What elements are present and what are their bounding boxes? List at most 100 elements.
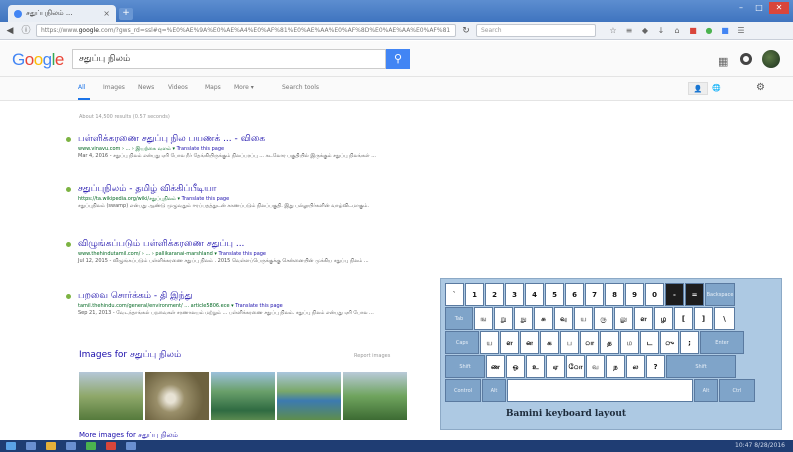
enter-key[interactable]: Enter	[700, 331, 744, 354]
keyboard-key[interactable]: சு	[534, 307, 553, 330]
search-button[interactable]: ⚲	[386, 49, 410, 69]
keyboard-key[interactable]: 9	[625, 283, 644, 306]
keyboard-key[interactable]: 7	[585, 283, 604, 306]
star-icon[interactable]: ☆	[608, 26, 618, 36]
maximize-button[interactable]: □	[751, 2, 767, 14]
control-key[interactable]: Control	[445, 379, 481, 402]
keyboard-key[interactable]: ஏ	[546, 355, 565, 378]
keyboard-key[interactable]: நு	[514, 307, 533, 330]
keyboard-key[interactable]: ட	[640, 331, 659, 354]
keyboard-key[interactable]: ள	[500, 331, 519, 354]
keyboard-key[interactable]: 1	[465, 283, 484, 306]
keyboard-key[interactable]: ;	[680, 331, 699, 354]
right-alt-key[interactable]: Alt	[694, 379, 718, 402]
info-icon[interactable]: ⓘ	[20, 25, 32, 37]
tab-images[interactable]: Images	[103, 84, 125, 91]
space-key[interactable]	[507, 379, 693, 402]
more-images-link[interactable]: More images for சதுப்பு நிலம்	[79, 431, 178, 440]
taskbar-app-icon[interactable]	[86, 442, 96, 450]
keyboard-key[interactable]: ங	[474, 307, 493, 330]
new-tab-button[interactable]: +	[119, 8, 133, 20]
image-thumbnail[interactable]	[343, 372, 407, 420]
images-section-title[interactable]: Images for சதுப்பு நிலம்	[79, 350, 181, 361]
keyboard-key[interactable]: [	[674, 307, 693, 330]
file-explorer-icon[interactable]	[46, 442, 56, 450]
keyboard-key[interactable]: 0	[645, 283, 664, 306]
translate-link[interactable]: Translate this page	[219, 251, 267, 257]
keyboard-key[interactable]: த	[600, 331, 619, 354]
keyboard-key[interactable]: உ	[526, 355, 545, 378]
result-title-link[interactable]: விழுங்கப்படும் பள்ளிக்கரணை சதுப்பு ...	[78, 239, 244, 250]
keyboard-key[interactable]: லு	[614, 307, 633, 330]
keyboard-key[interactable]: 8	[605, 283, 624, 306]
addon-red-icon[interactable]: ■	[688, 26, 698, 36]
reading-list-icon[interactable]: ≡	[624, 26, 634, 36]
result-url-text[interactable]: tamil.thehindu.com/general/environment/ …	[78, 303, 230, 309]
tab-maps[interactable]: Maps	[205, 84, 221, 91]
tab-search-tools[interactable]: Search tools	[282, 84, 319, 91]
keyboard-key[interactable]: 2	[485, 283, 504, 306]
keyboard-key[interactable]: 4	[525, 283, 544, 306]
right-shift-key[interactable]: Shift	[666, 355, 736, 378]
keyboard-key[interactable]: ஒ	[506, 355, 525, 378]
keyboard-key[interactable]: ]	[694, 307, 713, 330]
right-ctrl-key[interactable]: Ctrl	[719, 379, 755, 402]
keyboard-key[interactable]: ரு	[594, 307, 613, 330]
tab-all[interactable]: All	[78, 84, 85, 91]
keyboard-key[interactable]: ா	[580, 331, 599, 354]
reload-icon[interactable]: ↻	[460, 25, 472, 37]
image-thumbnail[interactable]	[277, 372, 341, 420]
left-alt-key[interactable]: Alt	[482, 379, 506, 402]
account-avatar[interactable]	[762, 50, 780, 68]
tab-videos[interactable]: Videos	[168, 84, 188, 91]
keyboard-key[interactable]: ப	[560, 331, 579, 354]
keyboard-key[interactable]: ?	[646, 355, 665, 378]
translate-link[interactable]: Translate this page	[235, 303, 283, 309]
tab-close-icon[interactable]: ×	[103, 9, 110, 18]
result-title-link[interactable]: பறவை சொர்க்கம் - தி இந்து	[78, 291, 193, 302]
keyboard-key[interactable]: =	[685, 283, 704, 306]
keyboard-key[interactable]: ண	[486, 355, 505, 378]
keyboard-key[interactable]: ழ	[654, 307, 673, 330]
taskbar-app-icon[interactable]	[26, 442, 36, 450]
keyboard-key[interactable]: ம	[620, 331, 639, 354]
back-arrow-icon[interactable]: ◀	[4, 25, 16, 37]
keyboard-key[interactable]: வு	[554, 307, 573, 330]
caps-lock-key[interactable]: Caps	[445, 331, 479, 354]
notifications-icon[interactable]	[740, 53, 752, 65]
tab-news[interactable]: News	[138, 84, 154, 91]
image-thumbnail[interactable]	[211, 372, 275, 420]
translate-link[interactable]: Translate this page	[177, 146, 225, 152]
result-title-link[interactable]: பள்ளிக்கரணை சதுப்பு நில பயணக் ... - விகை	[78, 134, 265, 145]
keyboard-key[interactable]: க	[540, 331, 559, 354]
left-shift-key[interactable]: Shift	[445, 355, 485, 378]
keyboard-key[interactable]: ோ	[566, 355, 585, 378]
apps-grid-icon[interactable]: ▦	[718, 55, 728, 68]
result-url-text[interactable]: www.thehindutamil.com/ › ... › pallikara…	[78, 251, 213, 257]
result-title-link[interactable]: சதுப்புநிலம் - தமிழ் விக்கிப்பீடியா	[78, 184, 217, 195]
keyboard-key[interactable]: வ	[586, 355, 605, 378]
system-tray-clock[interactable]: 10:47 8/28/2016	[735, 442, 785, 449]
address-bar[interactable]: https://www.google.com/?gws_rd=ssl#q=%E0…	[36, 24, 456, 37]
home-icon[interactable]: ⌂	[672, 26, 682, 36]
shield-icon[interactable]: ◆	[640, 26, 650, 36]
backspace-key[interactable]: Backspace	[705, 283, 735, 306]
keyboard-key[interactable]: -	[665, 283, 684, 306]
result-url-text[interactable]: https://ta.wikipedia.org/wiki/சதுப்புநில…	[78, 196, 176, 202]
personal-results-button[interactable]: 👤	[688, 82, 708, 95]
translate-link[interactable]: Translate this page	[182, 196, 230, 202]
tab-key[interactable]: Tab	[445, 307, 473, 330]
browser-search-box[interactable]: Search	[476, 24, 596, 37]
windows-start-icon[interactable]	[6, 442, 16, 450]
taskbar-app-icon[interactable]	[126, 442, 136, 450]
keyboard-key[interactable]: று	[494, 307, 513, 330]
keyboard-key[interactable]: ன	[520, 331, 539, 354]
keyboard-key[interactable]: 5	[545, 283, 564, 306]
keyboard-key[interactable]: `	[445, 283, 464, 306]
keyboard-key[interactable]: ு	[660, 331, 679, 354]
google-logo[interactable]: Google	[12, 50, 64, 70]
keyboard-key[interactable]: ல	[626, 355, 645, 378]
keyboard-key[interactable]: ய	[574, 307, 593, 330]
gear-icon[interactable]: ⚙	[756, 82, 765, 93]
minimize-button[interactable]: –	[733, 2, 749, 14]
